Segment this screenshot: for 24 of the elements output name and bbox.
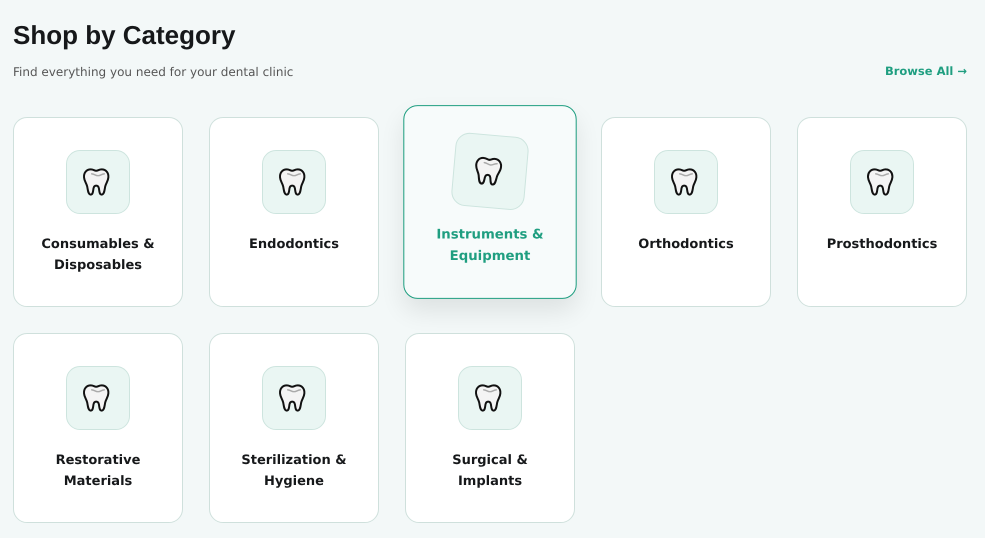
category-name: Restorative Materials [54, 452, 142, 491]
category-card[interactable]: Orthodontics [601, 117, 771, 307]
category-card[interactable]: Sterilization & Hygiene [209, 333, 379, 523]
category-card[interactable]: Restorative Materials [13, 333, 183, 523]
tooth-icon [458, 366, 522, 430]
category-name: Endodontics [248, 236, 340, 254]
category-card[interactable]: Surgical & Implants [405, 333, 575, 523]
section-subtitle: Find everything you need for your dental clinic [13, 65, 294, 79]
category-name: Sterilization & Hygiene [240, 452, 348, 491]
category-name: Surgical & Implants [451, 452, 529, 491]
tooth-icon [262, 150, 326, 214]
tooth-icon [654, 150, 718, 214]
tooth-icon [262, 366, 326, 430]
category-name: Prosthodontics [826, 236, 938, 254]
category-card[interactable]: Prosthodontics [797, 117, 967, 307]
tooth-icon [66, 150, 130, 214]
category-card[interactable]: Consumables & Disposables [13, 117, 183, 307]
category-card[interactable]: Endodontics [209, 117, 379, 307]
section-title: Shop by Category [13, 20, 236, 51]
tooth-icon [850, 150, 914, 214]
category-name: Consumables & Disposables [40, 236, 156, 275]
category-name: Instruments & Equipment [435, 226, 545, 266]
tooth-icon [66, 366, 130, 430]
category-name: Orthodontics [637, 236, 735, 254]
